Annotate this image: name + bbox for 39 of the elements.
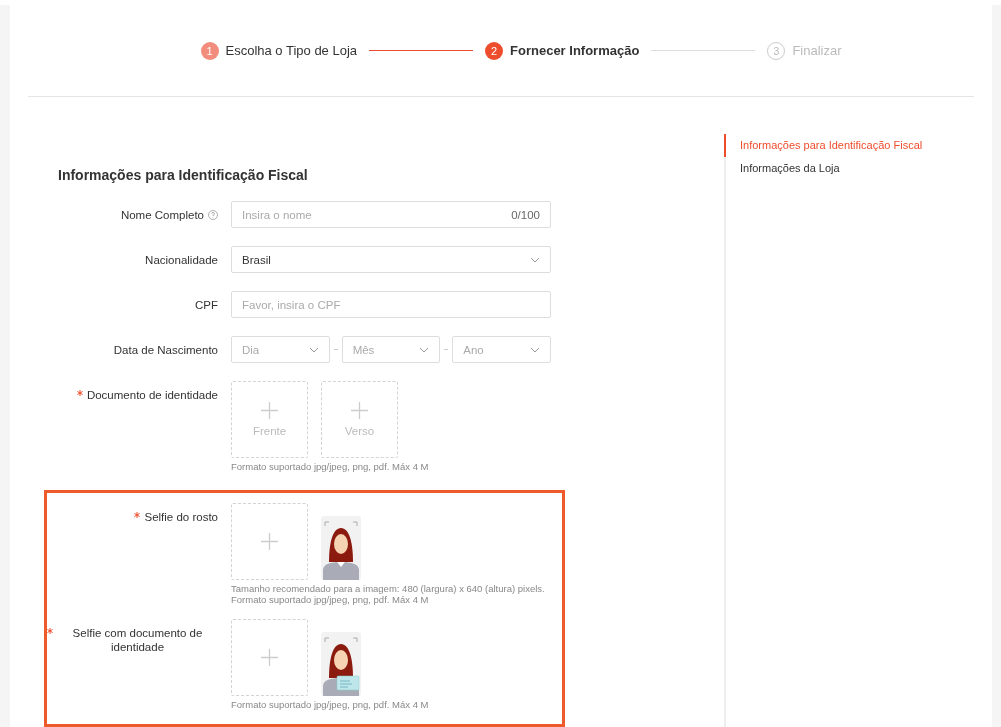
upload-area[interactable]: Verso (321, 381, 398, 458)
plus-icon (261, 533, 278, 550)
field-label: Nacionalidade (145, 253, 218, 267)
field-label: Documento de identidade (86, 388, 218, 402)
upload-hint: Tamanho recomendado para a imagem: 480 (largura) x 640 (altura) pixels. (231, 583, 546, 594)
person-holding-card-drawing (321, 632, 361, 696)
date-select-field[interactable]: Dia (231, 336, 330, 363)
text-input-field[interactable]: Favor, insira o CPF (231, 291, 551, 318)
plus-icon (261, 402, 278, 419)
field-label: CPF (195, 298, 218, 312)
upload-area[interactable]: Frente (231, 381, 308, 458)
chevron-down-icon (308, 346, 319, 353)
step-number: 1 (200, 41, 219, 60)
chevron-down-icon (419, 346, 430, 353)
side-nav-link[interactable]: Informações para Identificação Fiscal (724, 134, 923, 157)
upload-hint: Formato suportado jpg/jpeg, png, pdf. Máx 4 M (231, 594, 430, 605)
upload-hint: Formato suportado jpg/jpeg, png, pdf. Máx 4 M (231, 461, 430, 472)
plus-icon (261, 649, 278, 666)
step-label: Escolha o Tipo de Loja (225, 43, 358, 58)
upload-area[interactable] (231, 503, 308, 580)
plus-icon (351, 402, 368, 419)
field-label: Data de Nascimento (113, 343, 218, 357)
field-label: Nome Completo (120, 208, 204, 222)
side-nav-link[interactable]: Informações da Loja (724, 157, 923, 180)
step-label: Fornecer Informação (510, 43, 640, 58)
upload-hint: Formato suportado jpg/jpeg, png, pdf. Máx 4 M (231, 699, 430, 710)
date-select-field[interactable]: Mês (341, 336, 441, 363)
field-label: Selfie do rosto (144, 510, 218, 524)
select-field[interactable]: Brasil (231, 246, 551, 273)
person-silhouette-drawing (321, 516, 361, 580)
upload-area[interactable] (231, 619, 308, 696)
text-input-field[interactable]: Insira o nome 0/100 (231, 201, 551, 228)
step-label: Finalizar (792, 43, 842, 58)
section-title: Informações para Identificação Fiscal (58, 167, 309, 183)
chevron-down-icon (530, 256, 540, 263)
date-select-field[interactable]: Ano (452, 336, 552, 363)
chevron-down-icon (530, 346, 541, 353)
field-label: Selfie com documento de identidade (71, 626, 204, 654)
step-number: 2 (485, 41, 504, 60)
